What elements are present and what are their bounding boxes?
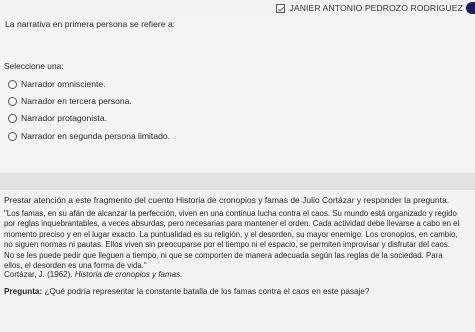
question-separator <box>0 173 475 190</box>
user-menu[interactable]: JANIER ANTONIO PEDROZO RODRIGUEZ <box>276 2 475 14</box>
story-passage: "Los famas, en su afán de alcanzar la pe… <box>4 209 472 271</box>
option-tercera-persona[interactable]: Narrador en tercera persona. <box>8 96 132 106</box>
passage-line: No se les puede pedir que lleguen a tiem… <box>4 250 443 260</box>
passage-line: "Los famas, en su afán de alcanzar la pe… <box>4 209 457 218</box>
avatar[interactable] <box>466 2 475 14</box>
citation-title: Historia de cronopios y famas. <box>74 270 183 279</box>
question-2-instruction: Prestar atención a este fragmento del cu… <box>4 195 450 205</box>
question-label: Pregunta: <box>4 287 43 296</box>
passage-line: no siguen normas ni pautas. Ellos viven … <box>4 240 451 250</box>
passage-line: momento preciso y en el lugar exacto. La… <box>4 229 458 239</box>
select-label: Seleccione una: <box>4 61 64 71</box>
question-2-text: Pregunta: ¿Qué podría representar la con… <box>4 287 369 296</box>
passage-line: por reglas inquebrantables, a veces absu… <box>4 219 460 229</box>
option-omnisciente[interactable]: Narrador omnisciente. <box>8 79 106 89</box>
user-name: JANIER ANTONIO PEDROZO RODRIGUEZ <box>289 3 463 13</box>
option-protagonista[interactable]: Narrador protagonista. <box>8 113 107 123</box>
option-segunda-persona[interactable]: Narrador en segunda persona limitado. <box>8 131 170 141</box>
checkbox-icon <box>276 3 286 13</box>
option-label: Narrador en segunda persona limitado. <box>21 131 171 141</box>
option-label: Narrador omnisciente. <box>21 79 106 89</box>
radio-button[interactable] <box>8 79 17 89</box>
option-label: Narrador protagonista. <box>21 113 107 123</box>
citation-author: Cortázar, J. (1962). <box>4 270 73 279</box>
question-1-panel: La narrativa en primera persona se refie… <box>0 15 475 173</box>
radio-button[interactable] <box>8 96 17 106</box>
question-2-panel: Prestar atención a este fragmento del cu… <box>0 190 475 332</box>
citation: Cortázar, J. (1962). Historia de cronopi… <box>4 270 182 279</box>
question-1-prompt: La narrativa en primera persona se refie… <box>5 19 176 29</box>
radio-button[interactable] <box>8 113 17 123</box>
radio-button[interactable] <box>8 131 17 141</box>
top-bar: JANIER ANTONIO PEDROZO RODRIGUEZ <box>0 0 475 16</box>
option-label: Narrador en tercera persona. <box>21 96 132 106</box>
question-body: ¿Qué podría representar la constante bat… <box>44 287 370 296</box>
